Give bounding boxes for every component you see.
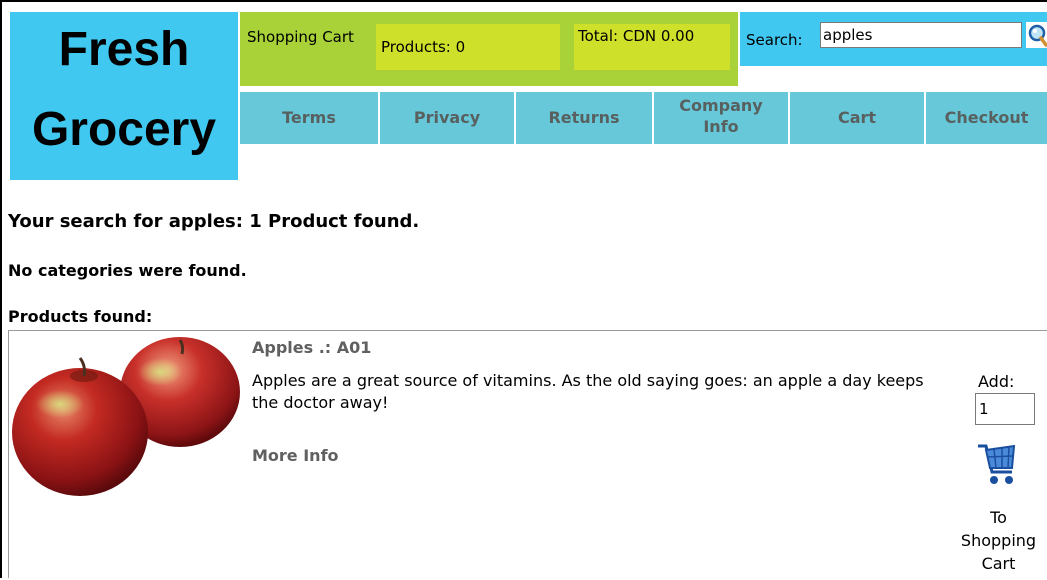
nav-cart-label: Cart (837, 108, 877, 127)
nav-returns-label: Returns (548, 108, 620, 127)
shopping-cart-icon (978, 444, 1016, 484)
search-bar: Search: (740, 12, 1047, 66)
add-to-cart-button[interactable]: To Shopping Cart (950, 440, 1047, 580)
nav-checkout-label: Checkout (944, 108, 1029, 127)
add-quantity-label: Add: (978, 372, 1015, 391)
nav-privacy[interactable]: Privacy (380, 92, 514, 144)
nav-cart[interactable]: Cart (790, 92, 924, 144)
product-description: Apples are a great source of vitamins. A… (252, 371, 924, 412)
categories-message: No categories were found. (8, 261, 247, 280)
cart-total-text: Total: CDN 0.00 (578, 27, 695, 45)
shopping-cart-summary: Shopping Cart Products: 0 Total: CDN 0.0… (240, 12, 738, 86)
cart-total: Total: CDN 0.00 (574, 24, 730, 70)
top-border (0, 0, 1047, 2)
products-found-heading: Products found: (8, 307, 153, 326)
product-title[interactable]: Apples .: A01 (252, 338, 371, 357)
logo-word-fresh: Fresh (58, 23, 190, 76)
nav-returns[interactable]: Returns (516, 92, 652, 144)
nav-privacy-label: Privacy (413, 108, 481, 127)
nav-terms-label: Terms (282, 108, 336, 127)
nav-company-info-label: Company Info (679, 96, 763, 136)
search-label: Search: (746, 31, 803, 49)
nav-company-info[interactable]: Company Info (654, 92, 788, 144)
left-border (0, 0, 2, 578)
magnifier-icon[interactable] (1026, 22, 1047, 48)
cart-products-count: Products: 0 (376, 24, 560, 70)
add-to-cart-label: To Shopping Cart (960, 508, 1037, 573)
nav-checkout[interactable]: Checkout (926, 92, 1047, 144)
more-info-link[interactable]: More Info (252, 446, 339, 465)
nav-terms[interactable]: Terms (240, 92, 378, 144)
quantity-input[interactable] (975, 393, 1035, 425)
apples-image[interactable] (10, 332, 250, 502)
cart-products-text: Products: 0 (381, 38, 466, 56)
logo-word-grocery: Grocery (31, 103, 217, 156)
search-summary: Your search for apples: 1 Product found. (8, 211, 420, 232)
search-input[interactable] (820, 22, 1022, 48)
cart-title: Shopping Cart (247, 28, 354, 46)
site-logo[interactable]: Fresh Grocery (10, 12, 238, 180)
